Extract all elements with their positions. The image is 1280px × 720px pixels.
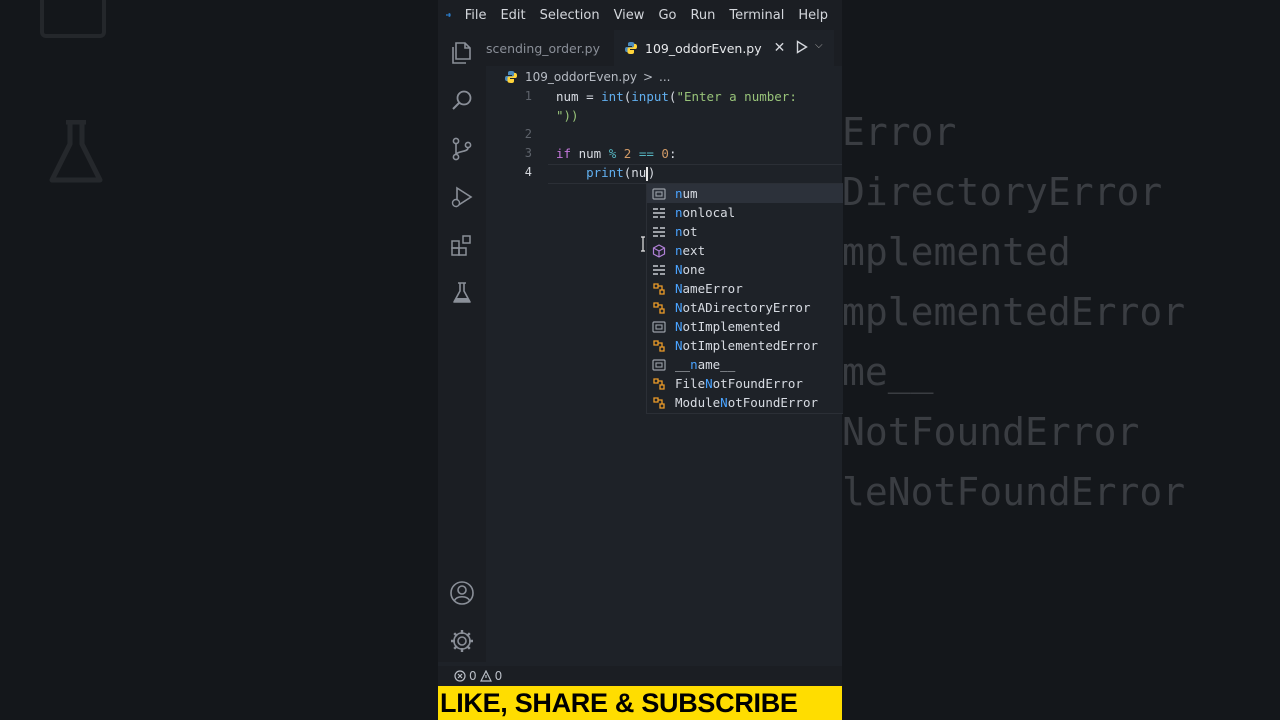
suggestion-item[interactable]: FileNotFoundError — [647, 374, 843, 393]
keyword-symbol-icon — [651, 205, 667, 221]
vscode-logo-icon — [446, 13, 451, 17]
line-number: 3 — [524, 146, 532, 160]
suggestion-item[interactable]: NotImplemented — [647, 317, 843, 336]
code-line-1[interactable]: num = int(input("Enter a number: — [556, 89, 797, 104]
code-line-3[interactable]: if num % 2 == 0: — [556, 146, 676, 161]
variable-symbol-icon — [651, 186, 667, 202]
ghost-text: mplemented — [842, 230, 1071, 274]
suggestion-item[interactable]: NameError — [647, 279, 843, 298]
ghost-text: DirectoryError — [842, 170, 1163, 214]
suggestion-label: FileNotFoundError — [675, 376, 803, 391]
ghost-text: leNotFoundError — [842, 470, 1186, 514]
warning-icon — [479, 670, 492, 682]
mouse-ibeam-cursor-icon — [641, 236, 645, 252]
blurred-background-left — [0, 0, 438, 720]
editor-tab-bar: scending_order.py 109_oddorEven.py ✕ ⌵ — [486, 30, 842, 66]
blurred-flask-icon — [49, 120, 103, 183]
suggestion-label: num — [675, 186, 698, 201]
suggestion-item[interactable]: ModuleNotFoundError — [647, 393, 843, 412]
warning-count: 0 — [494, 669, 503, 683]
ghost-text: me__ — [842, 350, 934, 394]
suggestion-label: __name__ — [675, 357, 736, 372]
suggestion-label: nonlocal — [675, 205, 736, 220]
menu-file[interactable]: File — [465, 8, 487, 23]
account-icon[interactable] — [449, 580, 475, 606]
run-play-icon[interactable] — [796, 40, 808, 54]
class-symbol-icon — [651, 395, 667, 411]
problems-indicator[interactable]: 0 0 — [454, 669, 502, 683]
code-line-1-wrap[interactable]: ")) — [556, 108, 579, 123]
suggestion-item[interactable]: None — [647, 260, 843, 279]
suggestion-label: NotImplemented — [675, 319, 781, 334]
settings-gear-icon[interactable] — [449, 628, 475, 654]
ghost-text: mplementedError — [842, 290, 1186, 334]
explorer-icon[interactable] — [449, 40, 475, 66]
run-options-chevron-icon[interactable]: ⌵ — [815, 40, 823, 51]
menu-selection[interactable]: Selection — [540, 8, 600, 23]
ghost-text: NotFoundError — [842, 410, 1140, 454]
extensions-icon[interactable] — [449, 232, 475, 258]
suggestion-label: next — [675, 243, 706, 258]
suggestion-item[interactable]: next — [647, 241, 843, 260]
suggestion-label: NotADirectoryError — [675, 300, 811, 315]
suggestion-label: NotImplementedError — [675, 338, 818, 353]
status-bar: 0 0 — [438, 666, 842, 686]
close-tab-icon[interactable]: ✕ — [774, 40, 786, 56]
python-file-icon — [505, 71, 517, 83]
breadcrumb-file[interactable]: 109_oddorEven.py — [525, 70, 637, 84]
code-line-4[interactable]: print(nu) — [556, 165, 655, 181]
tab-label: 109_oddorEven.py — [645, 40, 762, 56]
line-number: 1 — [524, 89, 532, 103]
search-icon[interactable] — [449, 88, 475, 114]
testing-icon[interactable] — [449, 280, 475, 306]
ghost-text: Error — [842, 110, 957, 154]
suggestion-label: not — [675, 224, 698, 239]
run-debug-icon[interactable] — [449, 184, 475, 210]
breadcrumb-more[interactable]: ... — [659, 70, 670, 84]
python-file-icon — [625, 42, 637, 54]
suggestion-item[interactable]: num — [647, 184, 843, 203]
autocomplete-suggestion-list[interactable]: num nonlocal not next None NameError NotADirec… — [646, 183, 843, 414]
class-symbol-icon — [651, 338, 667, 354]
menu-view[interactable]: View — [614, 8, 645, 23]
menu-terminal[interactable]: Terminal — [729, 8, 784, 23]
tab-label: scending_order.py — [486, 40, 601, 56]
suggestion-item[interactable]: NotImplementedError — [647, 336, 843, 355]
blurred-background-right: Error DirectoryError mplemented mplement… — [842, 0, 1280, 720]
suggestion-item[interactable]: NotADirectoryError — [647, 298, 843, 317]
suggestion-label: NameError — [675, 281, 743, 296]
variable-symbol-icon — [651, 357, 667, 373]
class-symbol-icon — [651, 376, 667, 392]
keyword-symbol-icon — [651, 262, 667, 278]
tab-ascending-order[interactable]: scending_order.py — [486, 30, 614, 66]
breadcrumb: 109_oddorEven.py > ... — [504, 68, 670, 86]
menu-help[interactable]: Help — [798, 8, 828, 23]
function-symbol-icon — [651, 243, 667, 259]
blurred-extensions-icon — [40, 0, 106, 38]
keyword-symbol-icon — [651, 224, 667, 240]
line-number-current: 4 — [524, 165, 532, 179]
suggestion-item[interactable]: not — [647, 222, 843, 241]
suggestion-item[interactable]: __name__ — [647, 355, 843, 374]
suggestion-item[interactable]: nonlocal — [647, 203, 843, 222]
suggestion-label: ModuleNotFoundError — [675, 395, 818, 410]
class-symbol-icon — [651, 281, 667, 297]
error-count: 0 — [469, 669, 477, 683]
error-icon — [454, 670, 466, 682]
line-number: 2 — [524, 127, 532, 141]
breadcrumb-separator: > — [642, 70, 654, 84]
subscribe-banner: LIKE, SHARE & SUBSCRIBE — [438, 686, 842, 720]
source-control-icon[interactable] — [449, 136, 475, 162]
title-bar: File Edit Selection View Go Run Terminal… — [438, 0, 842, 30]
suggestion-label: None — [675, 262, 706, 277]
banner-text: LIKE, SHARE & SUBSCRIBE — [440, 688, 798, 718]
activity-bar — [438, 30, 486, 662]
vscode-window: File Edit Selection View Go Run Terminal… — [438, 0, 843, 720]
menu-run[interactable]: Run — [690, 8, 715, 23]
menu-go[interactable]: Go — [658, 8, 676, 23]
variable-symbol-icon — [651, 319, 667, 335]
class-symbol-icon — [651, 300, 667, 316]
menu-edit[interactable]: Edit — [500, 8, 525, 23]
